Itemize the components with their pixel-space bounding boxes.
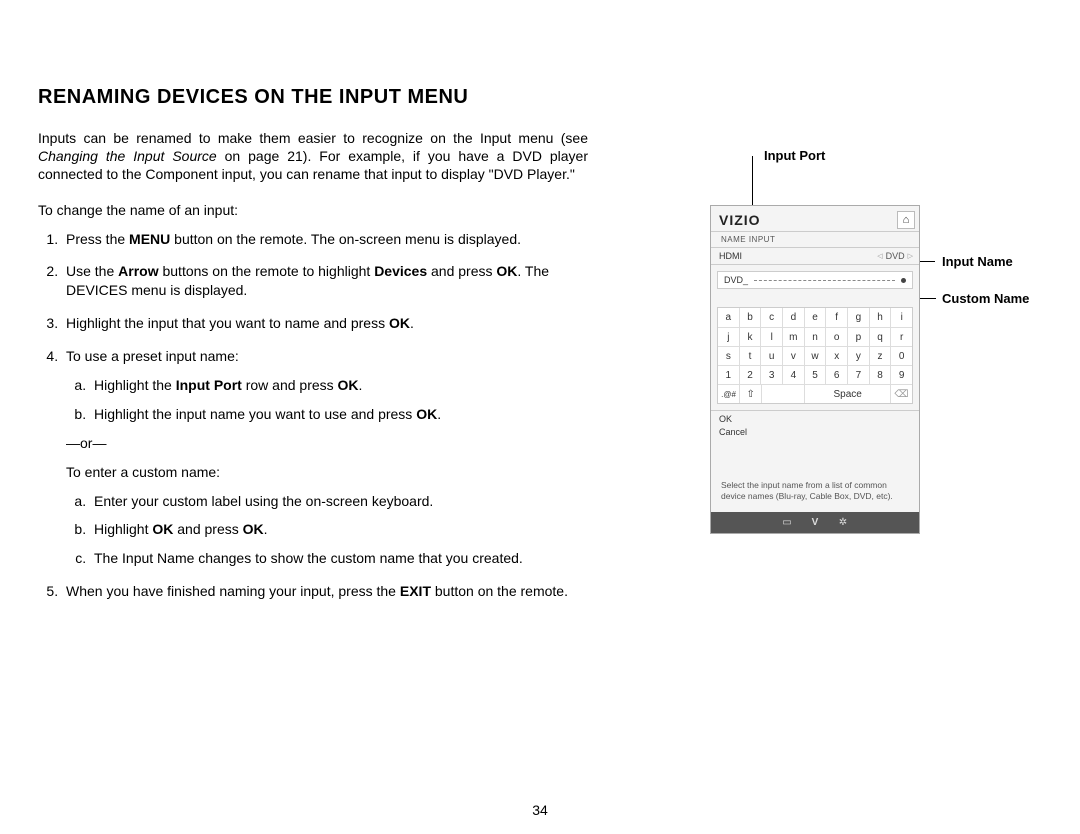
chevron-left-icon[interactable]: ◁ — [877, 252, 882, 260]
step-1: Press the MENU button on the remote. The… — [62, 230, 588, 249]
step-2: Use the Arrow buttons on the remote to h… — [62, 262, 588, 300]
kb-key[interactable]: l — [760, 327, 782, 346]
kb-key[interactable]: i — [890, 308, 912, 327]
kb-key[interactable]: 0 — [890, 346, 912, 365]
kb-key[interactable]: 6 — [825, 365, 847, 384]
page-title: RENAMING DEVICES ON THE INPUT MENU — [38, 86, 588, 109]
callout-custom-name: Custom Name — [942, 291, 1029, 306]
kb-key[interactable]: d — [782, 308, 804, 327]
kb-key[interactable]: s — [718, 346, 739, 365]
kb-backspace-key[interactable]: ⌫ — [890, 384, 912, 403]
kb-row-1: a b c d e f g h i — [718, 308, 912, 327]
kb-key[interactable]: k — [739, 327, 761, 346]
kb-key[interactable]: 8 — [869, 365, 891, 384]
kb-key[interactable]: n — [804, 327, 826, 346]
kb-key[interactable]: a — [718, 308, 739, 327]
kb-key[interactable]: 7 — [847, 365, 869, 384]
kb-row-5: .@# ⇧ Space ⌫ — [718, 384, 912, 403]
kb-row-2: j k l m n o p q r — [718, 327, 912, 346]
step-3: Highlight the input that you want to nam… — [62, 314, 588, 333]
kb-row-4: 1 2 3 4 5 6 7 8 9 — [718, 365, 912, 384]
kb-symbols-key[interactable]: .@# — [718, 384, 739, 403]
kb-key[interactable]: u — [760, 346, 782, 365]
device-hint: Select the input name from a list of com… — [711, 470, 919, 512]
kb-key[interactable]: f — [825, 308, 847, 327]
kb-key[interactable]: b — [739, 308, 761, 327]
step-4d: Highlight OK and press OK. — [90, 520, 588, 539]
callout-dot-line — [754, 280, 895, 281]
kb-key[interactable]: v — [782, 346, 804, 365]
kb-key[interactable]: q — [869, 327, 891, 346]
v-icon[interactable]: V — [808, 517, 822, 528]
step-4e: The Input Name changes to show the custo… — [90, 549, 588, 568]
step-4-preset-sub: Highlight the Input Port row and press O… — [66, 376, 588, 424]
custom-name-value: DVD_ — [724, 275, 748, 285]
step-4b: Highlight the input name you want to use… — [90, 405, 588, 424]
step-4c: Enter your custom label using the on-scr… — [90, 492, 588, 511]
input-port-label: HDMI — [719, 251, 742, 261]
intro-ref-em: Changing the Input Source — [38, 148, 217, 164]
intro-text-pre: Inputs can be renamed to make them easie… — [38, 130, 588, 146]
page-number: 34 — [532, 802, 548, 818]
kb-key[interactable]: 3 — [760, 365, 782, 384]
device-logo: VIZIO — [719, 212, 761, 228]
step-4-custom-lead: To enter a custom name: — [66, 463, 588, 482]
kb-spacer — [761, 384, 804, 403]
kb-key[interactable]: o — [825, 327, 847, 346]
custom-name-field[interactable]: DVD_ — [717, 271, 913, 289]
kb-key[interactable]: e — [804, 308, 826, 327]
kb-key[interactable]: 1 — [718, 365, 739, 384]
gear-icon[interactable]: ✲ — [836, 517, 850, 528]
lead-text: To change the name of an input: — [38, 202, 588, 218]
home-icon[interactable]: ⌂ — [897, 211, 915, 229]
kb-key[interactable]: r — [890, 327, 912, 346]
kb-key[interactable]: t — [739, 346, 761, 365]
kb-key[interactable]: w — [804, 346, 826, 365]
input-port-row[interactable]: HDMI ◁ DVD ▷ — [711, 248, 919, 265]
kb-key[interactable]: 2 — [739, 365, 761, 384]
kb-key[interactable]: x — [825, 346, 847, 365]
kb-key[interactable]: p — [847, 327, 869, 346]
callout-input-name: Input Name — [942, 254, 1013, 269]
chevron-right-icon[interactable]: ▷ — [908, 252, 913, 260]
kb-key[interactable]: 5 — [804, 365, 826, 384]
callout-dot — [901, 278, 906, 283]
step-5: When you have finished naming your input… — [62, 582, 588, 601]
kb-key[interactable]: j — [718, 327, 739, 346]
onscreen-keyboard: a b c d e f g h i j k l m n o p — [717, 307, 913, 404]
step-4a: Highlight the Input Port row and press O… — [90, 376, 588, 395]
kb-key[interactable]: g — [847, 308, 869, 327]
device-footer-bar: ▭ V ✲ — [711, 512, 919, 533]
device-mockup: VIZIO ⌂ NAME INPUT HDMI ◁ DVD ▷ DVD_ a — [710, 205, 920, 534]
kb-key[interactable]: 4 — [782, 365, 804, 384]
kb-space-key[interactable]: Space — [804, 384, 889, 403]
device-subtitle: NAME INPUT — [711, 232, 919, 248]
callout-input-port: Input Port — [764, 148, 825, 163]
kb-shift-key[interactable]: ⇧ — [739, 384, 761, 403]
step-4: To use a preset input name: Highlight th… — [62, 347, 588, 568]
steps-list: Press the MENU button on the remote. The… — [38, 230, 588, 602]
kb-key[interactable]: h — [869, 308, 891, 327]
kb-key[interactable]: z — [869, 346, 891, 365]
kb-row-3: s t u v w x y z 0 — [718, 346, 912, 365]
ok-button[interactable]: OK — [711, 410, 919, 427]
wide-icon[interactable]: ▭ — [780, 517, 794, 528]
kb-key[interactable]: c — [760, 308, 782, 327]
kb-key[interactable]: 9 — [890, 365, 912, 384]
intro-paragraph: Inputs can be renamed to make them easie… — [38, 129, 588, 184]
or-divider: —or— — [66, 434, 588, 453]
kb-key[interactable]: y — [847, 346, 869, 365]
input-port-value: DVD — [886, 251, 905, 261]
step-4-custom-sub: Enter your custom label using the on-scr… — [66, 492, 588, 569]
cancel-button[interactable]: Cancel — [711, 427, 919, 440]
kb-key[interactable]: m — [782, 327, 804, 346]
